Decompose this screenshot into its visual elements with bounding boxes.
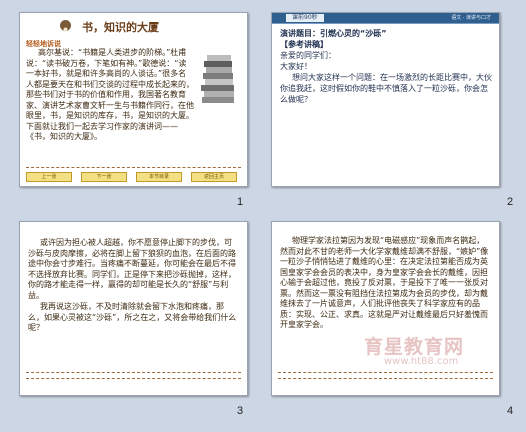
next-button[interactable]: 下一张 — [81, 172, 127, 182]
header-tab: 课前90秒 — [286, 14, 324, 22]
paragraph: 物理学家法拉第因为发现“电磁感应”现象而声名鹊起，然而对此不甘的老师一大化学家戴… — [280, 236, 489, 329]
slide-number: 4 — [507, 405, 514, 417]
slide-number: 3 — [237, 405, 244, 417]
nav-buttons: 上一张 下一张 本节目录 返回主页 — [20, 172, 247, 182]
contents-button[interactable]: 本节目录 — [136, 172, 182, 182]
divider — [278, 378, 493, 379]
slide-body: 物理学家法拉第因为发现“电磁感应”现象而声名鹊起，然而对此不甘的老师一大化学家戴… — [280, 236, 490, 332]
speech-title: 演讲题目：引燃心灵的“沙砾” — [280, 29, 387, 38]
flower-icon — [60, 20, 71, 32]
slide-body: 演讲题目：引燃心灵的“沙砾” 【参考讲稿】 亲爱的同学们： 大家好！ 想问大家这… — [280, 28, 492, 105]
greeting-line: 亲爱的同学们： — [280, 51, 336, 60]
books-image — [198, 53, 238, 105]
divider — [26, 378, 241, 379]
divider — [278, 372, 493, 373]
slide-title: 书，知识的大厦 — [82, 21, 159, 34]
divider — [26, 167, 241, 168]
reference-label: 【参考讲稿】 — [280, 40, 328, 49]
divider — [26, 372, 241, 373]
paragraph: 高尔基说：“书籍是人类进步的阶梯。”杜甫说：“读书破万卷，下笔如有神。”歌德说：… — [26, 48, 194, 141]
slide-number: 1 — [237, 196, 244, 208]
prev-button[interactable]: 上一张 — [26, 172, 72, 182]
slide-thumbnail-4[interactable]: 物理学家法拉第因为发现“电磁感应”现象而声名鹊起，然而对此不甘的老师一大化学家戴… — [271, 221, 500, 396]
header-line — [272, 23, 499, 24]
paragraph: 或许因为担心被人超越，你不愿意停止脚下的步伐，可沙砾与皮肉摩擦，必将在脚上留下狼… — [28, 238, 236, 300]
slide-body: 高尔基说：“书籍是人类进步的阶梯。”杜甫说：“读书破万卷，下笔如有神。”歌德说：… — [26, 48, 194, 144]
watermark-url: www.ht88.com — [384, 356, 459, 367]
paragraph: 想问大家这样一个问题：在一场激烈的长距比赛中，大伙你追我赶，这时假如你的鞋中不慎… — [280, 73, 492, 104]
greeting-line: 大家好！ — [280, 62, 312, 71]
slide-thumbnail-1[interactable]: 书，知识的大厦 轻轻地诉说 高尔基说：“书籍是人类进步的阶梯。”杜甫说：“读书破… — [19, 12, 248, 187]
slide-body: 或许因为担心被人超越，你不愿意停止脚下的步伐，可沙砾与皮肉摩擦，必将在脚上留下狼… — [28, 238, 238, 335]
header-right-text: 语文 · 演讲与口才 — [451, 15, 491, 21]
watermark-text: 育星教育网 — [364, 336, 465, 358]
paragraph: 我再说这沙砾，不及时清除就会留下水泡和疼痛，那么，如果心灵被这“沙砾”，所之在之… — [28, 302, 237, 332]
slide-thumbnail-2[interactable]: 课前90秒 语文 · 演讲与口才 演讲题目：引燃心灵的“沙砾” 【参考讲稿】 亲… — [271, 12, 500, 187]
home-button[interactable]: 返回主页 — [191, 172, 237, 182]
slide-thumbnail-3[interactable]: 或许因为担心被人超越，你不愿意停止脚下的步伐，可沙砾与皮肉摩擦，必将在脚上留下狼… — [19, 221, 248, 396]
slide-number: 2 — [507, 196, 514, 208]
